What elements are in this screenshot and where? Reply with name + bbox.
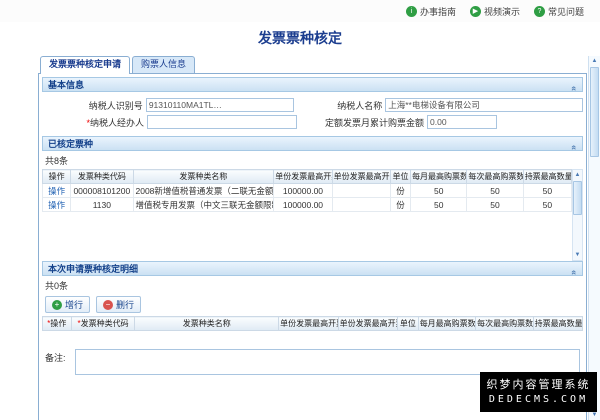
table-header-row: 操作 发票种类代码 发票种类名称 单份发票最高开票限额 单份发票最高开票限额特批… bbox=[43, 170, 572, 184]
table-row: 操作 000008101200 2008新增值税普通发票（二联无金额限制版） 1… bbox=[43, 184, 572, 198]
video-demo-label: 视频演示 bbox=[484, 5, 520, 18]
col-limit: 单份发票最高开票限额 bbox=[279, 317, 339, 331]
watermark-line1: 织梦内容管理系统 bbox=[480, 376, 597, 392]
watermark-line2: DEDECMS.COM bbox=[480, 394, 597, 405]
col-pertime-max: 每次最高购票数量 bbox=[476, 317, 533, 331]
page-scrollbar[interactable]: ▲ ▼ bbox=[588, 56, 600, 420]
request-count: 共0条 bbox=[42, 276, 583, 294]
operate-link[interactable]: 操作 bbox=[48, 200, 65, 210]
table-scrollbar[interactable]: ▲ ▼ bbox=[572, 169, 583, 261]
tab-bar: 发票票种核定申请 购票人信息 bbox=[38, 56, 587, 73]
form-panel: 基本信息 » 纳税人识别号 纳税人名称 *纳税人经办人 定额发票月累计购票金额 bbox=[38, 73, 587, 420]
video-demo-link[interactable]: ▶ 视频演示 bbox=[470, 5, 520, 18]
dedecms-watermark: 织梦内容管理系统 DEDECMS.COM bbox=[480, 372, 597, 412]
approved-table-wrap: 操作 发票种类代码 发票种类名称 单份发票最高开票限额 单份发票最高开票限额特批… bbox=[42, 169, 583, 261]
main-content: 发票票种核定申请 购票人信息 基本信息 » 纳税人识别号 纳税人名称 *纳税人经… bbox=[38, 56, 587, 420]
page-title: 发票票种核定 bbox=[0, 28, 600, 48]
agent-field[interactable] bbox=[147, 115, 297, 129]
approved-types-title: 已核定票种 bbox=[48, 139, 93, 149]
table-row: 操作 1130 增值税专用发票（中文三联无金额限制版） 100000.00 份 … bbox=[43, 198, 572, 212]
table-header-row: *操作 *发票种类代码 发票种类名称 单份发票最高开票限额 单份发票最高开票限额… bbox=[43, 317, 583, 331]
top-toolbar: i 办事指南 ▶ 视频演示 ? 常见问题 bbox=[0, 0, 600, 22]
tab-buyer-info[interactable]: 购票人信息 bbox=[132, 56, 195, 73]
scrollbar-thumb[interactable] bbox=[573, 181, 582, 215]
faq-label: 常见问题 bbox=[548, 5, 584, 18]
col-unit: 单位 bbox=[390, 170, 410, 184]
collapse-icon[interactable]: » bbox=[568, 265, 578, 275]
quota-amount-field[interactable] bbox=[427, 115, 497, 129]
basic-info-fields: 纳税人识别号 纳税人名称 *纳税人经办人 定额发票月累计购票金额 bbox=[42, 92, 583, 136]
approved-count: 共8条 bbox=[42, 151, 583, 169]
empty-table-body bbox=[42, 331, 583, 345]
scrollbar-thumb[interactable] bbox=[590, 67, 599, 157]
col-op: *操作 bbox=[43, 317, 72, 331]
col-holding-max: 持票最高数量 bbox=[523, 170, 571, 184]
tin-label: 纳税人识别号 bbox=[42, 99, 146, 112]
add-row-button[interactable]: + 增行 bbox=[45, 296, 90, 313]
quota-amount-label: 定额发票月累计购票金额 bbox=[309, 116, 427, 129]
col-name: 发票种类名称 bbox=[133, 170, 274, 184]
faq-link[interactable]: ? 常见问题 bbox=[534, 5, 584, 18]
guide-link[interactable]: i 办事指南 bbox=[406, 5, 456, 18]
col-holding-max: 持票最高数量 bbox=[533, 317, 582, 331]
col-monthly-max: 每月最高购票数量 bbox=[418, 317, 475, 331]
request-detail-section-header: 本次申请票种核定明细 » bbox=[42, 261, 583, 276]
col-pertime-max: 每次最高购票数量 bbox=[467, 170, 523, 184]
delete-row-button[interactable]: − 删行 bbox=[96, 296, 141, 313]
col-limit-special: 单份发票最高开票限额特批 bbox=[332, 170, 390, 184]
tab-invoice-type-apply[interactable]: 发票票种核定申请 bbox=[40, 56, 130, 74]
col-limit-special: 单份发票最高开票限额特批 bbox=[338, 317, 398, 331]
scroll-down-arrow[interactable]: ▼ bbox=[575, 250, 581, 260]
col-code: *发票种类代码 bbox=[71, 317, 135, 331]
basic-info-section-header: 基本信息 » bbox=[42, 77, 583, 92]
minus-icon: − bbox=[103, 300, 113, 310]
video-icon: ▶ bbox=[470, 6, 481, 17]
guide-label: 办事指南 bbox=[420, 5, 456, 18]
taxpayer-name-label: 纳税人名称 bbox=[306, 99, 385, 112]
approved-types-section-header: 已核定票种 » bbox=[42, 136, 583, 151]
col-name: 发票种类名称 bbox=[135, 317, 279, 331]
question-icon: ? bbox=[534, 6, 545, 17]
scroll-up-arrow[interactable]: ▲ bbox=[575, 170, 581, 180]
collapse-icon[interactable]: » bbox=[568, 81, 578, 91]
scroll-up-arrow[interactable]: ▲ bbox=[592, 56, 598, 66]
request-detail-title: 本次申请票种核定明细 bbox=[48, 264, 138, 274]
plus-icon: + bbox=[52, 300, 62, 310]
col-limit: 单份发票最高开票限额 bbox=[274, 170, 332, 184]
col-unit: 单位 bbox=[398, 317, 419, 331]
guide-icon: i bbox=[406, 6, 417, 17]
remark-row: 备注: bbox=[42, 345, 583, 375]
agent-label: *纳税人经办人 bbox=[42, 116, 147, 129]
approved-types-table: 操作 发票种类代码 发票种类名称 单份发票最高开票限额 单份发票最高开票限额特批… bbox=[42, 169, 572, 212]
tin-field[interactable] bbox=[146, 98, 294, 112]
operate-link[interactable]: 操作 bbox=[48, 186, 65, 196]
page: i 办事指南 ▶ 视频演示 ? 常见问题 发票票种核定 发票票种核定申请 购票人… bbox=[0, 0, 600, 420]
col-op: 操作 bbox=[43, 170, 71, 184]
taxpayer-name-field[interactable] bbox=[385, 98, 583, 112]
request-types-table: *操作 *发票种类代码 发票种类名称 单份发票最高开票限额 单份发票最高开票限额… bbox=[42, 316, 583, 331]
collapse-icon[interactable]: » bbox=[568, 140, 578, 150]
request-toolbar: + 增行 − 删行 bbox=[42, 294, 583, 316]
col-code: 发票种类代码 bbox=[71, 170, 133, 184]
col-monthly-max: 每月最高购票数量 bbox=[411, 170, 467, 184]
basic-info-title: 基本信息 bbox=[48, 80, 84, 90]
remark-label: 备注: bbox=[45, 349, 75, 364]
